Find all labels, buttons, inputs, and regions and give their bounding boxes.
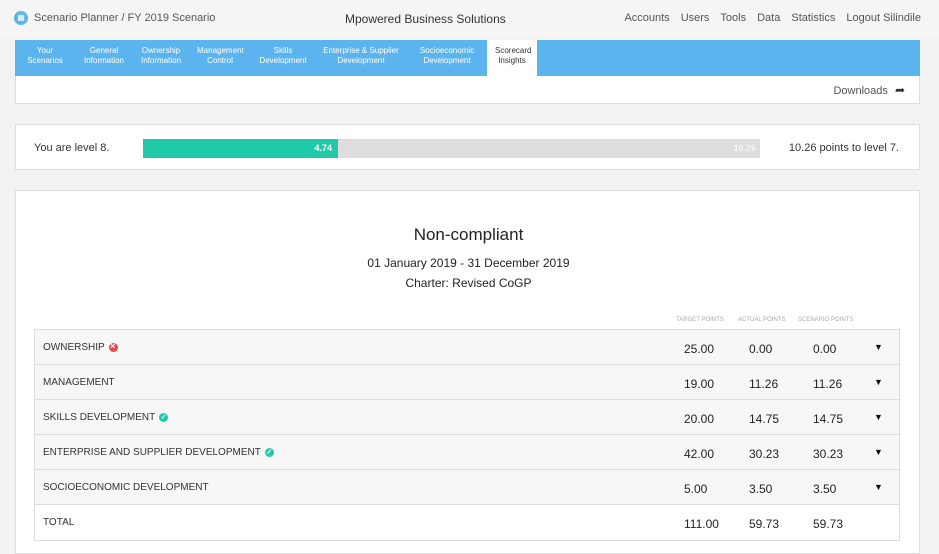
total-scenario-points: 59.73 <box>813 517 844 531</box>
tab-label: Development <box>423 56 471 65</box>
row-name: OWNERSHIP <box>43 341 118 353</box>
top-nav: Accounts Users Tools Data Statistics Log… <box>624 12 921 24</box>
row-label: SOCIOECONOMIC DEVELOPMENT <box>43 482 209 493</box>
downloads-button[interactable]: Downloads ➦ <box>833 83 905 97</box>
scenario-points: 0.00 <box>813 342 837 356</box>
tab-label: Scenarios <box>27 56 63 65</box>
nav-tools[interactable]: Tools <box>720 12 746 24</box>
tab-label: Skills <box>273 46 293 55</box>
table-row[interactable]: ENTERPRISE AND SUPPLIER DEVELOPMENT 42.0… <box>35 435 899 470</box>
tab-management-control[interactable]: Management Control <box>189 40 251 76</box>
nav-logout[interactable]: Logout Silindile <box>846 12 921 24</box>
scenario-points: 14.75 <box>813 412 844 426</box>
tab-socioeconomic-development[interactable]: Socioeconomic Development <box>407 40 487 76</box>
row-name: SKILLS DEVELOPMENT <box>43 412 169 423</box>
nav-accounts[interactable]: Accounts <box>624 12 669 24</box>
compliance-status: Non-compliant <box>413 225 524 244</box>
target-points: 5.00 <box>684 482 708 496</box>
expand-caret-icon[interactable]: ▼ <box>874 482 883 492</box>
nav-statistics[interactable]: Statistics <box>791 12 835 24</box>
header-scenario-points: Scenario points <box>798 317 854 323</box>
points-to-next-level: 10.26 points to level 7. <box>788 142 899 154</box>
row-name: MANAGEMENT <box>43 377 115 388</box>
tab-label: Your <box>36 46 54 55</box>
row-label: SKILLS DEVELOPMENT <box>43 412 156 423</box>
row-label: OWNERSHIP <box>43 342 105 353</box>
tab-label: Scorecard <box>495 46 532 55</box>
expand-caret-icon[interactable]: ▼ <box>874 342 883 352</box>
actual-points: 0.00 <box>749 342 773 356</box>
row-label: MANAGEMENT <box>43 377 115 388</box>
scenario-points: 11.26 <box>813 377 843 391</box>
tab-bar: Your Scenarios General Information Owner… <box>15 40 920 76</box>
row-name: SOCIOECONOMIC DEVELOPMENT <box>43 482 209 493</box>
nav-users[interactable]: Users <box>681 12 710 24</box>
expand-caret-icon[interactable]: ▼ <box>874 377 883 387</box>
level-progress-bar: 4.74 10.26 <box>143 139 760 158</box>
tab-label: Management <box>197 46 244 55</box>
actual-points: 3.50 <box>749 482 773 496</box>
nav-data[interactable]: Data <box>757 12 780 24</box>
total-actual-points: 59.73 <box>749 517 780 531</box>
tab-label: General <box>89 46 119 55</box>
tab-label: Socioeconomic <box>419 46 475 55</box>
target-points: 19.00 <box>684 377 715 391</box>
target-points: 25.00 <box>684 342 715 356</box>
row-label: ENTERPRISE AND SUPPLIER DEVELOPMENT <box>43 447 261 458</box>
check-icon <box>159 413 169 422</box>
scorecard-card: Non-compliant 01 January 2019 - 31 Decem… <box>15 190 920 554</box>
calendar-icon: ▦ <box>14 11 28 25</box>
top-bar: ▦ Scenario Planner / FY 2019 Scenario Mp… <box>0 0 939 38</box>
current-level: You are level 8. <box>34 142 110 154</box>
actual-points: 11.26 <box>749 377 779 391</box>
header-target-points: Target points <box>676 317 724 323</box>
scenario-points: 3.50 <box>813 482 837 496</box>
check-icon <box>264 448 274 457</box>
scorecard-table: OWNERSHIP 25.00 0.00 0.00 ▼ MANAGEMENT 1… <box>34 329 900 541</box>
table-row[interactable]: MANAGEMENT 19.00 11.26 11.26 ▼ <box>35 365 899 400</box>
target-points: 42.00 <box>684 447 715 461</box>
progress-remaining: 10.26 <box>733 143 756 153</box>
tab-your-scenarios[interactable]: Your Scenarios <box>15 40 75 76</box>
tab-label: Control <box>207 56 233 65</box>
tab-content-bar: Downloads ➦ <box>15 76 920 104</box>
tab-label: Information <box>141 56 182 65</box>
tab-label: Development <box>259 56 307 65</box>
tab-label: Ownership <box>141 46 181 55</box>
expand-caret-icon[interactable]: ▼ <box>874 447 883 457</box>
breadcrumb[interactable]: Scenario Planner / FY 2019 Scenario <box>34 12 215 24</box>
tab-scorecard-insights[interactable]: Scorecard Insights <box>487 40 537 76</box>
tab-general-information[interactable]: General Information <box>75 40 133 76</box>
tab-enterprise-supplier-development[interactable]: Enterprise & Supplier Development <box>315 40 407 76</box>
table-row[interactable]: OWNERSHIP 25.00 0.00 0.00 ▼ <box>35 330 899 365</box>
progress-achieved: 4.74 <box>314 143 332 153</box>
scenario-points: 30.23 <box>813 447 844 461</box>
row-name: ENTERPRISE AND SUPPLIER DEVELOPMENT <box>43 447 274 458</box>
table-row[interactable]: SOCIOECONOMIC DEVELOPMENT 5.00 3.50 3.50… <box>35 470 899 505</box>
total-target-points: 111.00 <box>684 517 719 531</box>
actual-points: 14.75 <box>749 412 780 426</box>
tab-label: Enterprise & Supplier <box>323 46 399 55</box>
fail-icon <box>108 341 118 352</box>
tab-label: Insights <box>498 56 526 65</box>
company-name: Mpowered Business Solutions <box>345 12 506 26</box>
total-label: TOTAL <box>43 517 75 528</box>
scorecard-period: 01 January 2019 - 31 December 2019 <box>367 256 570 270</box>
share-arrow-icon: ➦ <box>894 83 905 97</box>
level-panel: You are level 8. 4.74 10.26 10.26 points… <box>15 124 920 170</box>
actual-points: 30.23 <box>749 447 780 461</box>
downloads-label: Downloads <box>833 85 888 97</box>
tab-ownership-information[interactable]: Ownership Information <box>133 40 189 76</box>
progress-fill: 4.74 <box>143 139 338 158</box>
total-row: TOTAL 111.00 59.73 59.73 <box>35 505 899 540</box>
tab-label: Information <box>83 56 125 65</box>
tab-label: Development <box>337 56 385 65</box>
target-points: 20.00 <box>684 412 715 426</box>
header-actual-points: Actual points <box>738 317 786 323</box>
scorecard-charter: Charter: Revised CoGP <box>405 276 532 290</box>
tab-skills-development[interactable]: Skills Development <box>251 40 315 76</box>
expand-caret-icon[interactable]: ▼ <box>874 412 883 422</box>
table-row[interactable]: SKILLS DEVELOPMENT 20.00 14.75 14.75 ▼ <box>35 400 899 435</box>
